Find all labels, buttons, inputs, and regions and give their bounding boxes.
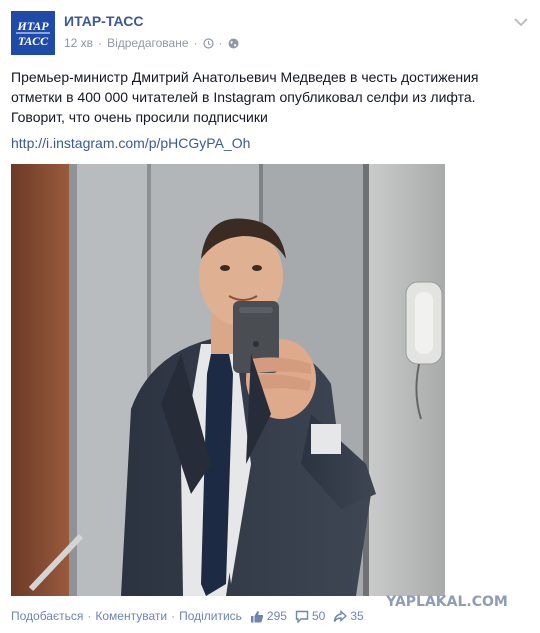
- post-actions: Подобається · Коментувати · Поділитись 2…: [11, 609, 531, 623]
- action-separator: ·: [87, 609, 92, 623]
- comment-button[interactable]: Коментувати: [95, 609, 167, 623]
- meta-separator: ·: [218, 36, 223, 50]
- comments-count[interactable]: 50: [295, 609, 325, 623]
- logo-text-bottom: ТАСС: [18, 34, 49, 48]
- post-meta: 12 хв · Відредаговане · ·: [64, 36, 239, 50]
- logo-text-top: ИТАР: [16, 19, 49, 33]
- page-avatar[interactable]: ИТАР ТАСС: [11, 11, 55, 55]
- instagram-link[interactable]: http://i.instagram.com/p/pHCGyPA_Oh: [11, 135, 250, 151]
- clock-icon[interactable]: [202, 37, 214, 49]
- comments-count-value: 50: [311, 609, 326, 623]
- post-photo[interactable]: [11, 164, 445, 596]
- post-body: Премьер-министр Дмитрий Анатольевич Медв…: [11, 67, 531, 127]
- globe-icon[interactable]: [228, 38, 239, 49]
- likes-count-value: 295: [266, 609, 287, 623]
- likes-count[interactable]: 295: [250, 609, 287, 623]
- feed-post: ИТАР ТАСС ИТАР-ТАСС 12 хв · Відредагован…: [0, 0, 540, 633]
- meta-separator: ·: [98, 36, 103, 50]
- chevron-down-icon[interactable]: [514, 14, 528, 27]
- meta-separator: ·: [193, 36, 198, 50]
- author-name-link[interactable]: ИТАР-ТАСС: [64, 13, 144, 29]
- edited-link[interactable]: Відредаговане: [107, 36, 188, 50]
- share-button[interactable]: Поділитись: [179, 609, 242, 623]
- shares-count-value: 35: [350, 609, 364, 623]
- thumbs-up-icon: [250, 610, 264, 622]
- post-message: Премьер-министр Дмитрий Анатольевич Медв…: [11, 69, 479, 125]
- like-button[interactable]: Подобається: [11, 609, 83, 623]
- action-separator: ·: [171, 609, 176, 623]
- share-icon: [334, 609, 348, 622]
- post-time-link[interactable]: 12 хв: [64, 36, 93, 50]
- shares-count[interactable]: 35: [333, 609, 364, 623]
- comment-icon: [295, 610, 309, 623]
